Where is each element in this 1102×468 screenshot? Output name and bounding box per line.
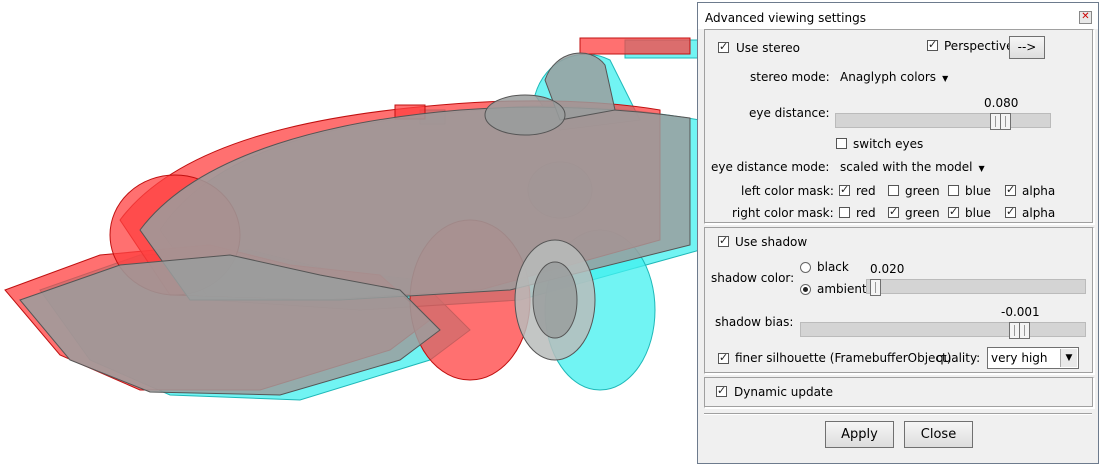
perspective-checkbox[interactable] (927, 38, 938, 51)
ambient-slider-thumb[interactable] (870, 279, 881, 296)
right-mask-red-checkbox[interactable] (839, 207, 850, 218)
ambient-slider[interactable] (866, 279, 1086, 296)
right-mask-red-label: red (856, 206, 876, 220)
perspective-label: Perspective (944, 39, 1014, 53)
quality-label: quality: (936, 351, 981, 365)
right-color-mask-label: right color mask: (732, 206, 834, 220)
advanced-viewing-settings-dialog: Advanced viewing settings ✕ Use stereo P… (697, 2, 1099, 464)
left-mask-blue-checkbox[interactable] (948, 185, 959, 196)
use-stereo-checkbox[interactable] (718, 40, 729, 53)
left-mask-green-checkbox[interactable] (888, 185, 899, 196)
close-icon[interactable]: ✕ (1079, 11, 1092, 24)
dropdown-caret-icon: ▼ (942, 74, 949, 83)
shadow-color-black-radio[interactable] (800, 262, 811, 273)
stereo-mode-dropdown[interactable]: Anaglyph colors ▼ (840, 70, 948, 84)
dynamic-update-label: Dynamic update (734, 385, 834, 399)
quality-select[interactable]: very high ▼ (987, 347, 1079, 369)
close-button[interactable]: Close (904, 421, 973, 448)
stereo-mode-value: Anaglyph colors (840, 70, 937, 84)
chevron-down-icon[interactable]: ▼ (1060, 349, 1077, 367)
right-mask-alpha-checkbox[interactable] (1005, 205, 1016, 218)
shadow-color-ambient-label: ambient (817, 282, 867, 296)
3d-viewport[interactable] (0, 0, 700, 468)
dropdown-caret-icon: ▼ (978, 164, 985, 173)
switch-eyes-label: switch eyes (853, 137, 924, 151)
button-separator (704, 413, 1092, 415)
right-mask-green-label: green (905, 206, 940, 220)
shadow-color-ambient-radio[interactable] (800, 284, 811, 295)
left-mask-green-label: green (905, 184, 940, 198)
left-mask-red-checkbox[interactable] (839, 183, 850, 196)
right-mask-green-checkbox[interactable] (888, 205, 899, 218)
left-mask-alpha-label: alpha (1022, 184, 1056, 198)
eye-distance-slider[interactable] (835, 113, 1051, 130)
quality-value: very high (991, 351, 1048, 365)
perspective-arrow-button[interactable]: --> (1009, 36, 1045, 59)
use-shadow-checkbox[interactable] (718, 234, 729, 247)
right-mask-blue-checkbox[interactable] (948, 205, 959, 218)
switch-eyes-checkbox[interactable] (836, 138, 847, 149)
stereo-mode-label: stereo mode: (750, 70, 830, 84)
left-mask-blue-label: blue (965, 184, 991, 198)
left-color-mask-label: left color mask: (741, 184, 834, 198)
eye-distance-mode-dropdown[interactable]: scaled with the model ▼ (840, 160, 985, 174)
shadow-bias-label: shadow bias: (715, 315, 794, 329)
eye-distance-mode-value: scaled with the model (840, 160, 973, 174)
finer-silhouette-checkbox[interactable] (718, 351, 729, 364)
right-mask-alpha-label: alpha (1022, 206, 1056, 220)
use-shadow-label: Use shadow (735, 235, 808, 249)
finer-silhouette-label: finer silhouette (FramebufferObject) (735, 351, 952, 365)
ambient-value: 0.020 (870, 262, 905, 276)
left-mask-red-label: red (856, 184, 876, 198)
dynamic-update-checkbox[interactable] (716, 384, 727, 397)
right-mask-blue-label: blue (965, 206, 991, 220)
apply-button[interactable]: Apply (825, 421, 894, 448)
left-mask-alpha-checkbox[interactable] (1005, 183, 1016, 196)
shadow-bias-value: -0.001 (1001, 305, 1040, 319)
shadow-bias-slider-thumb-2 (1019, 322, 1030, 339)
eye-distance-slider-thumb-2 (1000, 113, 1011, 130)
title-bar[interactable]: Advanced viewing settings ✕ (698, 3, 1098, 29)
eye-distance-mode-label: eye distance mode: (711, 160, 830, 174)
eye-distance-label: eye distance: (749, 106, 830, 120)
dialog-title: Advanced viewing settings (705, 11, 866, 25)
shadow-bias-slider[interactable] (800, 322, 1086, 339)
eye-distance-value: 0.080 (984, 96, 1019, 110)
shadow-color-black-label: black (817, 260, 849, 274)
use-stereo-label: Use stereo (736, 41, 800, 55)
shadow-color-label: shadow color: (711, 271, 795, 285)
